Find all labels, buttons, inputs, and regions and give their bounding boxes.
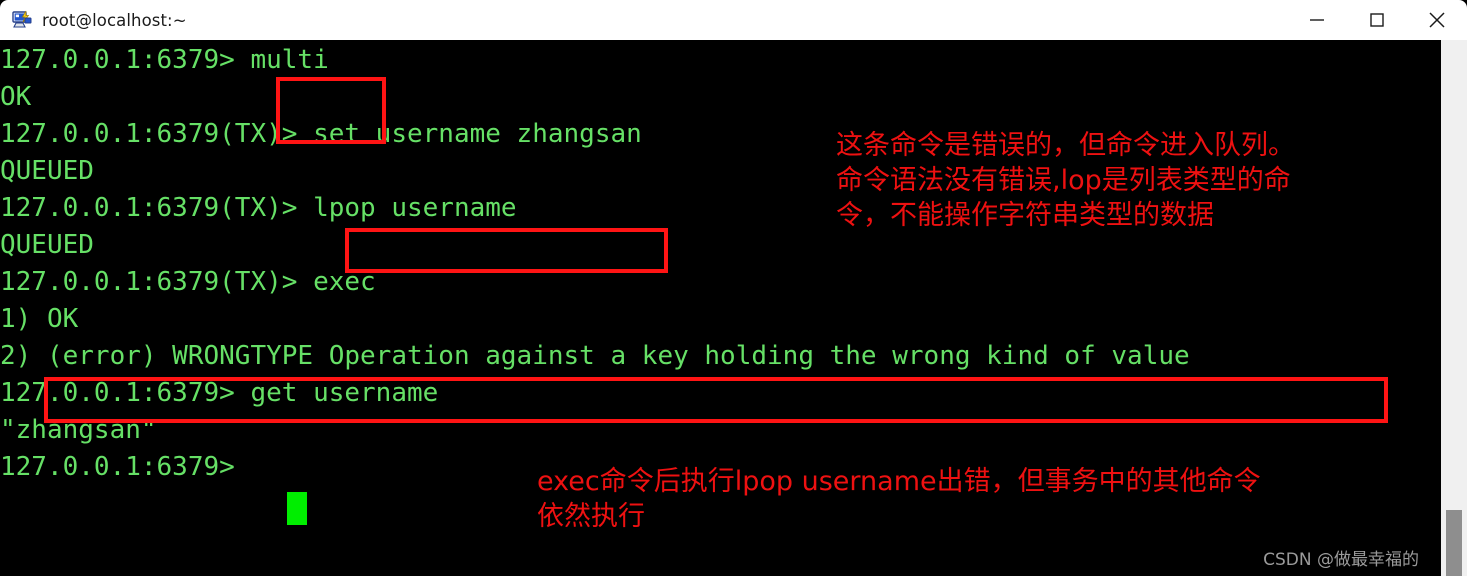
titlebar-left-group: root@localhost:~ bbox=[0, 9, 1287, 31]
terminal-line: OK bbox=[0, 82, 32, 112]
putty-icon bbox=[11, 9, 33, 31]
minimize-button[interactable] bbox=[1287, 0, 1347, 40]
window-title: root@localhost:~ bbox=[42, 10, 187, 30]
putty-terminal-window: root@localhost:~ 127.0.0.1:6379> multi O… bbox=[0, 0, 1467, 576]
terminal-line: 1) OK bbox=[0, 304, 79, 334]
text-cursor bbox=[287, 492, 307, 525]
terminal-output-area[interactable]: 127.0.0.1:6379> multi OK 127.0.0.1:6379(… bbox=[0, 40, 1441, 576]
terminal-line: 127.0.0.1:6379> multi bbox=[0, 45, 329, 75]
csdn-watermark: CSDN @做最幸福的 bbox=[1263, 550, 1419, 570]
window-titlebar: root@localhost:~ bbox=[0, 0, 1467, 40]
close-button[interactable] bbox=[1407, 0, 1467, 40]
terminal-line: 2) (error) WRONGTYPE Operation against a… bbox=[0, 341, 1190, 371]
annotation-note-top: 这条命令是错误的，但命令进入队列。 命令语法没有错误,lop是列表类型的命 令，… bbox=[836, 130, 1295, 231]
maximize-button[interactable] bbox=[1347, 0, 1407, 40]
highlight-box-multi-command bbox=[276, 77, 386, 144]
vertical-scrollbar[interactable] bbox=[1441, 40, 1467, 576]
scrollbar-thumb[interactable] bbox=[1446, 510, 1462, 576]
highlight-box-lpop-command bbox=[345, 228, 668, 273]
highlight-box-wrongtype-error bbox=[44, 377, 1388, 423]
terminal-line: 127.0.0.1:6379(TX)> exec bbox=[0, 267, 376, 297]
annotation-note-bottom: exec命令后执行lpop username出错，但事务中的其他命令 依然执行 bbox=[537, 466, 1261, 532]
